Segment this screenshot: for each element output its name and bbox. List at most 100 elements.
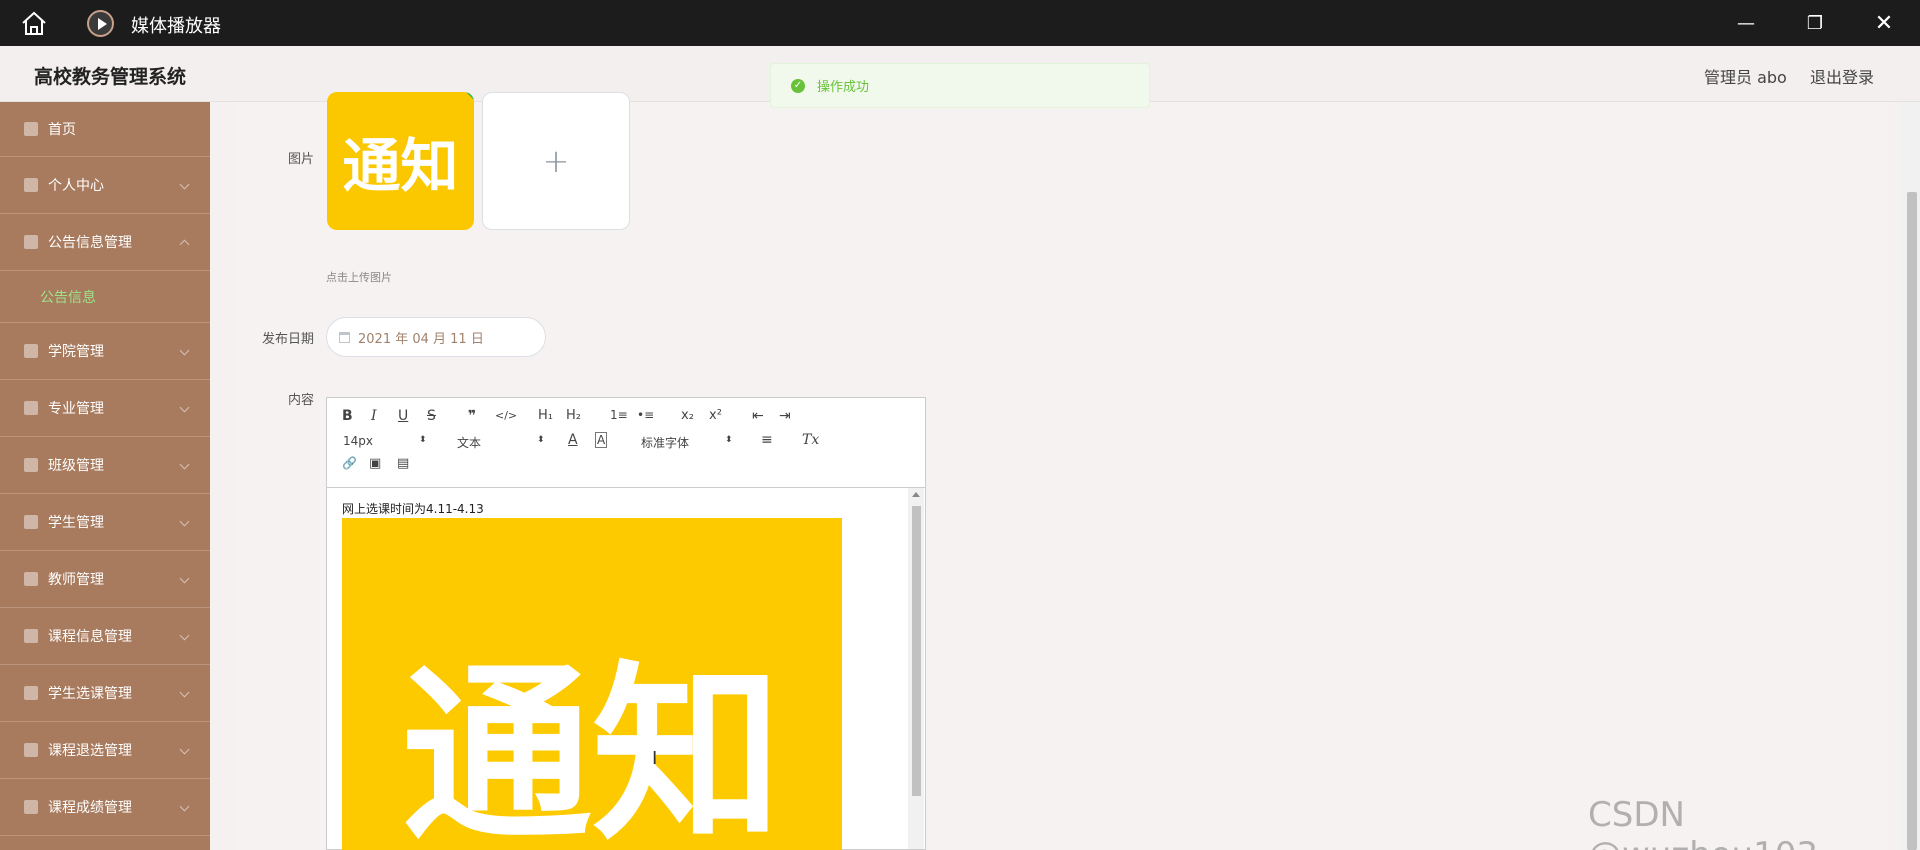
chevron-down-icon (179, 687, 190, 698)
sidebar-item-label: 首页 (48, 122, 76, 138)
upload-hint: 点击上传图片 (326, 271, 392, 284)
superscript-button[interactable]: x² (709, 408, 722, 423)
sidebar-item-student[interactable]: 学生管理 (0, 494, 210, 551)
sidebar-item-teacher[interactable]: 教师管理 (0, 551, 210, 608)
current-user: 管理员 abo (1704, 68, 1787, 87)
sidebar-item-course-drop[interactable]: 课程退选管理 (0, 722, 210, 779)
date-value: 2021 年 04 月 11 日 (358, 331, 484, 347)
maximize-button[interactable]: ❐ (1792, 8, 1838, 38)
background-color-button[interactable]: A (595, 432, 608, 448)
align-button[interactable]: ≡ (761, 432, 773, 448)
insert-image-button[interactable]: ▣ (369, 456, 381, 471)
editor-content[interactable]: 网上选课时间为4.11-4.13 通知 (327, 488, 925, 850)
block-format-select[interactable]: 文本 ⬍ (457, 434, 545, 450)
sidebar-item-label: 课程信息管理 (48, 629, 132, 645)
block-format-value: 文本 (457, 436, 482, 450)
header-1-button[interactable]: H₁ (538, 408, 553, 423)
image-label: 图片 (287, 152, 314, 167)
italic-button[interactable]: I (371, 408, 377, 424)
sidebar-item-label: 个人中心 (48, 178, 104, 194)
chevron-down-icon (179, 630, 190, 641)
editor-toolbar: B I U S ❞ </> H₁ H₂ 1≡ •≡ x₂ x² ⇤ ⇥ 14px… (327, 398, 925, 488)
sidebar-item-notice-management[interactable]: 公告信息管理 (0, 214, 210, 271)
outdent-button[interactable]: ⇤ (752, 408, 764, 424)
suitcase-icon (24, 572, 38, 586)
chevron-up-icon (179, 239, 190, 250)
scroll-up-icon[interactable] (912, 492, 920, 497)
select-arrows-icon: ⬍ (419, 435, 427, 445)
sidebar-item-major[interactable]: 专业管理 (0, 380, 210, 437)
printer-icon (24, 458, 38, 472)
insert-video-button[interactable]: ▤ (397, 456, 409, 471)
header-2-button[interactable]: H₂ (566, 408, 581, 423)
link-button[interactable]: 🔗 (342, 456, 357, 470)
home-icon (24, 122, 38, 136)
chevron-down-icon (179, 516, 190, 527)
success-toast: ✓ 操作成功 (770, 63, 1150, 108)
bold-button[interactable]: B (342, 408, 353, 424)
sidebar-item-label: 专业管理 (48, 401, 104, 417)
bullet-list-button[interactable]: •≡ (637, 408, 654, 422)
select-arrows-icon: ⬍ (725, 435, 733, 445)
toast-message: 操作成功 (817, 80, 870, 95)
chevron-down-icon (179, 179, 190, 190)
watermark: CSDN @wuzhou103 (1588, 795, 1818, 850)
close-button[interactable]: ✕ (1861, 8, 1907, 38)
document-icon (24, 800, 38, 814)
chevron-down-icon (179, 459, 190, 470)
indent-button[interactable]: ⇥ (779, 408, 791, 424)
font-size-value: 14px (343, 434, 373, 448)
scrollbar-thumb[interactable] (1907, 192, 1917, 850)
chevron-down-icon (179, 402, 190, 413)
chevron-down-icon (179, 573, 190, 584)
sidebar-item-label: 学院管理 (48, 344, 104, 360)
editor-scrollbar-thumb[interactable] (912, 506, 921, 796)
strike-button[interactable]: S (427, 408, 436, 424)
user-icon (24, 178, 38, 192)
sidebar-item-class[interactable]: 班级管理 (0, 437, 210, 494)
calendar-icon (339, 331, 350, 343)
ticket-icon (24, 686, 38, 700)
chevron-down-icon (179, 801, 190, 812)
editor-scrollbar[interactable] (908, 488, 924, 849)
font-family-value: 标准字体 (641, 436, 690, 450)
font-family-select[interactable]: 标准字体 ⬍ (641, 434, 735, 450)
system-title: 高校教务管理系统 (34, 66, 187, 88)
upload-image-button[interactable]: + (482, 92, 630, 230)
subscript-button[interactable]: x₂ (681, 408, 694, 423)
sidebar-item-course-grades[interactable]: 课程成绩管理 (0, 779, 210, 836)
page-scrollbar[interactable] (1900, 102, 1920, 850)
clean-format-button[interactable]: Tx (802, 432, 819, 448)
blockquote-button[interactable]: ❞ (468, 408, 476, 424)
logout-link[interactable]: 退出登录 (1810, 64, 1874, 88)
sidebar-item-personal[interactable]: 个人中心 (0, 157, 210, 214)
sidebar-item-college[interactable]: 学院管理 (0, 323, 210, 380)
sidebar-item-label: 课程成绩管理 (48, 800, 132, 816)
sliders-icon (24, 401, 38, 415)
minimize-button[interactable]: — (1723, 8, 1769, 38)
ordered-list-button[interactable]: 1≡ (610, 408, 628, 422)
sidebar-item-label: 学生管理 (48, 515, 104, 531)
sidebar-item-label: 公告信息管理 (48, 235, 132, 251)
sidebar-subitem-notice[interactable]: 公告信息 (0, 271, 210, 323)
font-color-button[interactable]: A (568, 432, 578, 448)
uploaded-image-thumbnail[interactable]: 通知 (327, 92, 474, 230)
media-player-icon (87, 10, 114, 37)
font-size-select[interactable]: 14px ⬍ (343, 434, 431, 450)
home-icon[interactable] (20, 10, 48, 36)
sidebar-item-home[interactable]: 首页 (0, 102, 210, 157)
content-text-line: 网上选课时间为4.11-4.13 (342, 502, 484, 516)
code-block-button[interactable]: </> (495, 409, 517, 422)
sidebar-item-course-selection[interactable]: 学生选课管理 (0, 665, 210, 722)
sidebar-item-course-info[interactable]: 课程信息管理 (0, 608, 210, 665)
sidebar-item-label: 课程退选管理 (48, 743, 132, 759)
basketball-icon (24, 515, 38, 529)
microphone-icon (24, 743, 38, 757)
briefcase-icon (24, 235, 38, 249)
publish-date-input[interactable]: 2021 年 04 月 11 日 (326, 317, 546, 357)
text-cursor-icon: I (652, 748, 658, 769)
rich-text-editor: B I U S ❞ </> H₁ H₂ 1≡ •≡ x₂ x² ⇤ ⇥ 14px… (326, 397, 926, 850)
sidebar-item-label: 学生选课管理 (48, 686, 132, 702)
content-label: 内容 (287, 393, 314, 408)
underline-button[interactable]: U (398, 408, 408, 424)
